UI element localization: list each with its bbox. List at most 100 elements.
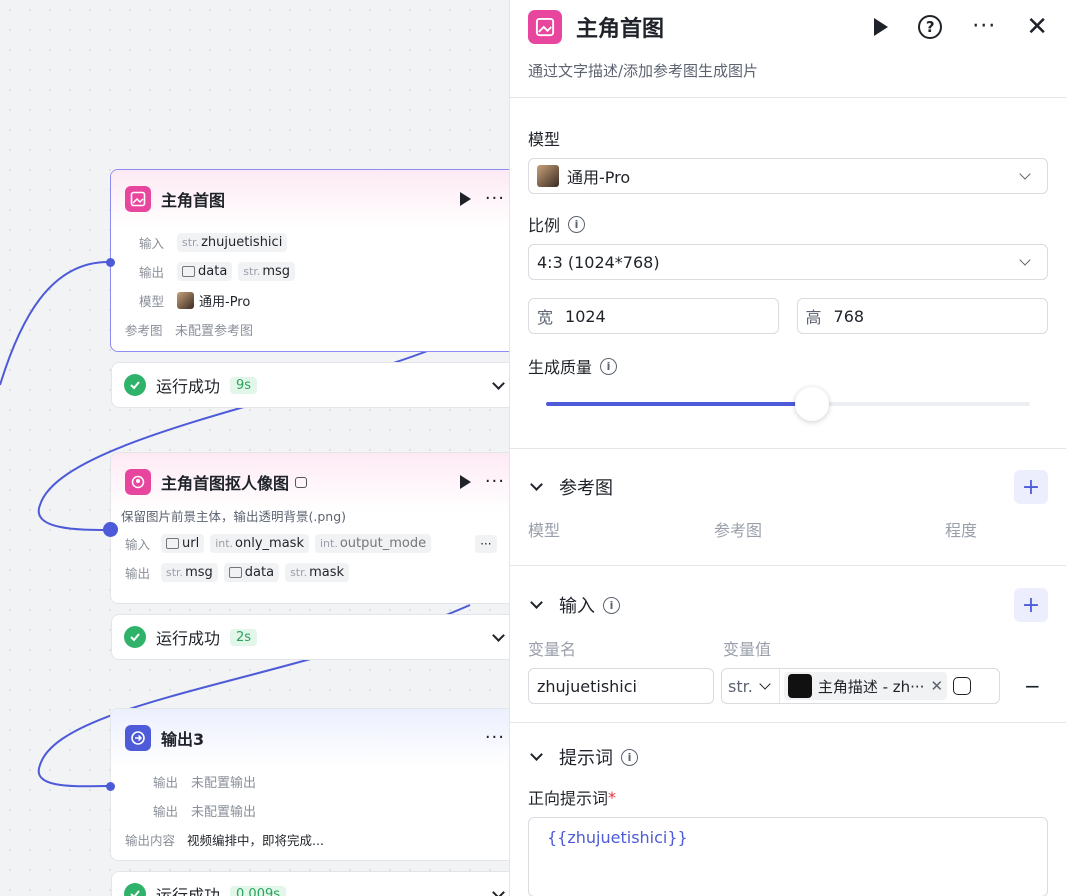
model-avatar: [177, 292, 194, 309]
output-label: 输出: [139, 265, 165, 280]
add-input-button[interactable]: +: [1014, 588, 1048, 622]
remove-icon[interactable]: ✕: [930, 677, 943, 695]
add-ref-button[interactable]: +: [1014, 470, 1048, 504]
output-label: 输出: [153, 775, 179, 790]
cutout-icon: [125, 469, 151, 495]
quality-label-row: 生成质量 i: [528, 354, 1048, 378]
run-icon[interactable]: [874, 18, 889, 36]
more-tags-button[interactable]: ···: [475, 534, 497, 553]
run-status[interactable]: 运行成功 2s: [111, 614, 520, 660]
chevron-down-icon: [530, 596, 543, 609]
type-select[interactable]: str.: [722, 669, 780, 703]
input-port[interactable]: [106, 782, 115, 791]
run-status[interactable]: 运行成功 9s: [111, 362, 520, 408]
input-tag: int. output_mode: [314, 534, 432, 553]
node-cutout[interactable]: 主角首图抠人像图 ··· 保留图片前景主体，输出透明背景(.png) 输入 ur…: [110, 452, 520, 604]
remove-row-button[interactable]: −: [1024, 674, 1041, 698]
model-select[interactable]: 通用-Pro: [528, 158, 1048, 194]
panel-description: 通过文字描述/添加参考图生成图片: [528, 62, 759, 80]
node-header: 主角首图 ···: [111, 170, 519, 228]
output-icon: [125, 725, 151, 751]
more-icon[interactable]: ···: [485, 190, 505, 208]
info-icon: i: [603, 596, 620, 614]
quality-slider[interactable]: [528, 384, 1048, 424]
var-ref-tag[interactable]: 主角描述 - zh··· ✕: [783, 672, 948, 700]
close-icon[interactable]: ✕: [1026, 14, 1048, 40]
input-port[interactable]: [106, 258, 115, 267]
more-icon[interactable]: ···: [972, 16, 996, 38]
time-badge: 2s: [230, 628, 258, 646]
node-header: 输出3 ···: [111, 709, 519, 767]
ref-columns: 模型 参考图 程度: [528, 521, 978, 540]
output-tag: data: [223, 563, 280, 582]
success-icon: [124, 374, 146, 396]
input-port[interactable]: [103, 522, 118, 537]
panel-header: 主角首图 ? ··· ✕ 通过文字描述/添加参考图生成图片: [510, 0, 1066, 98]
run-status[interactable]: 运行成功 0.009s: [111, 871, 520, 896]
chevron-down-icon: [530, 478, 543, 491]
node-output3[interactable]: 输出3 ··· 输出 未配置输出 输出 未配置输出 输出内容 视频编排中，即将完成..…: [110, 708, 520, 861]
output-tag: str. mask: [285, 563, 350, 582]
chevron-down-icon: [1019, 254, 1031, 266]
success-icon: [124, 626, 146, 648]
time-badge: 9s: [230, 376, 258, 394]
node-title: 输出3: [161, 730, 205, 749]
chevron-down-icon[interactable]: [492, 376, 505, 390]
var-name-field[interactable]: zhujuetishici: [528, 668, 714, 704]
ref-value: 未配置参考图: [175, 324, 254, 339]
run-icon[interactable]: [459, 192, 471, 206]
content-label: 输出内容: [125, 833, 176, 848]
node-description: 保留图片前景主体，输出透明背景(.png): [121, 509, 347, 524]
model-label: 模型: [528, 130, 561, 149]
image-gen-icon: [125, 186, 151, 212]
info-icon: i: [600, 357, 618, 375]
panel-title: 主角首图: [576, 17, 665, 42]
input-label: 输入: [125, 537, 151, 552]
chevron-down-icon: [1019, 168, 1031, 180]
agent-icon: [787, 674, 812, 698]
model-label: 模型: [139, 294, 165, 309]
slider-handle[interactable]: [795, 387, 829, 421]
prompt-section-header[interactable]: 提示词 i: [510, 723, 1066, 791]
input-tag: int. only_mask: [210, 534, 309, 553]
content-value: 视频编排中，即将完成...: [187, 833, 324, 848]
help-icon[interactable]: ?: [918, 15, 943, 39]
input-tag: str. zhujuetishici: [177, 233, 288, 252]
variable-picker-icon[interactable]: [953, 677, 972, 695]
node-title: 主角首图抠人像图: [161, 474, 290, 493]
more-icon[interactable]: ···: [485, 473, 505, 491]
run-icon[interactable]: [459, 475, 471, 489]
info-icon: i: [568, 215, 586, 233]
info-icon: i: [621, 748, 638, 766]
chevron-down-icon[interactable]: [492, 885, 505, 896]
node-config-panel: 主角首图 ? ··· ✕ 通过文字描述/添加参考图生成图片 模型 通用-Pro …: [509, 0, 1066, 896]
width-field[interactable]: 宽 1024: [528, 298, 779, 334]
positive-prompt-textarea[interactable]: {{zhujuetishici}}: [528, 817, 1048, 896]
ratio-select[interactable]: 4:3 (1024*768): [528, 244, 1048, 280]
plugin-icon: [295, 476, 308, 488]
chevron-down-icon: [530, 748, 543, 761]
positive-prompt-label: 正向提示词 *: [528, 787, 617, 809]
output-tag: str. msg: [161, 563, 218, 582]
image-icon: [182, 266, 195, 277]
output-tag: data: [177, 262, 233, 281]
input-tag: url: [161, 534, 205, 553]
height-field[interactable]: 高 768: [796, 298, 1048, 334]
chevron-down-icon[interactable]: [492, 628, 505, 642]
ratio-label-row: 比例 i: [528, 212, 1048, 236]
node-main-image[interactable]: 主角首图 ··· 输入 str. zhujuetishici 输出 data st…: [110, 169, 520, 352]
time-badge: 0.009s: [230, 885, 287, 896]
output-label: 输出: [125, 566, 151, 581]
input-label: 输入: [139, 236, 165, 251]
image-gen-icon: [528, 10, 562, 44]
ref-section-header[interactable]: 参考图 +: [510, 449, 1066, 525]
model-avatar: [537, 165, 559, 187]
var-value-field[interactable]: str. 主角描述 - zh··· ✕: [721, 668, 1000, 704]
success-icon: [124, 883, 146, 896]
node-title: 主角首图: [161, 191, 226, 210]
node-header: 主角首图抠人像图 ···: [111, 453, 519, 511]
model-value: 通用-Pro: [199, 295, 251, 310]
more-icon[interactable]: ···: [485, 729, 505, 747]
output-label: 输出: [153, 804, 179, 819]
output-tag: str. msg: [238, 262, 296, 281]
